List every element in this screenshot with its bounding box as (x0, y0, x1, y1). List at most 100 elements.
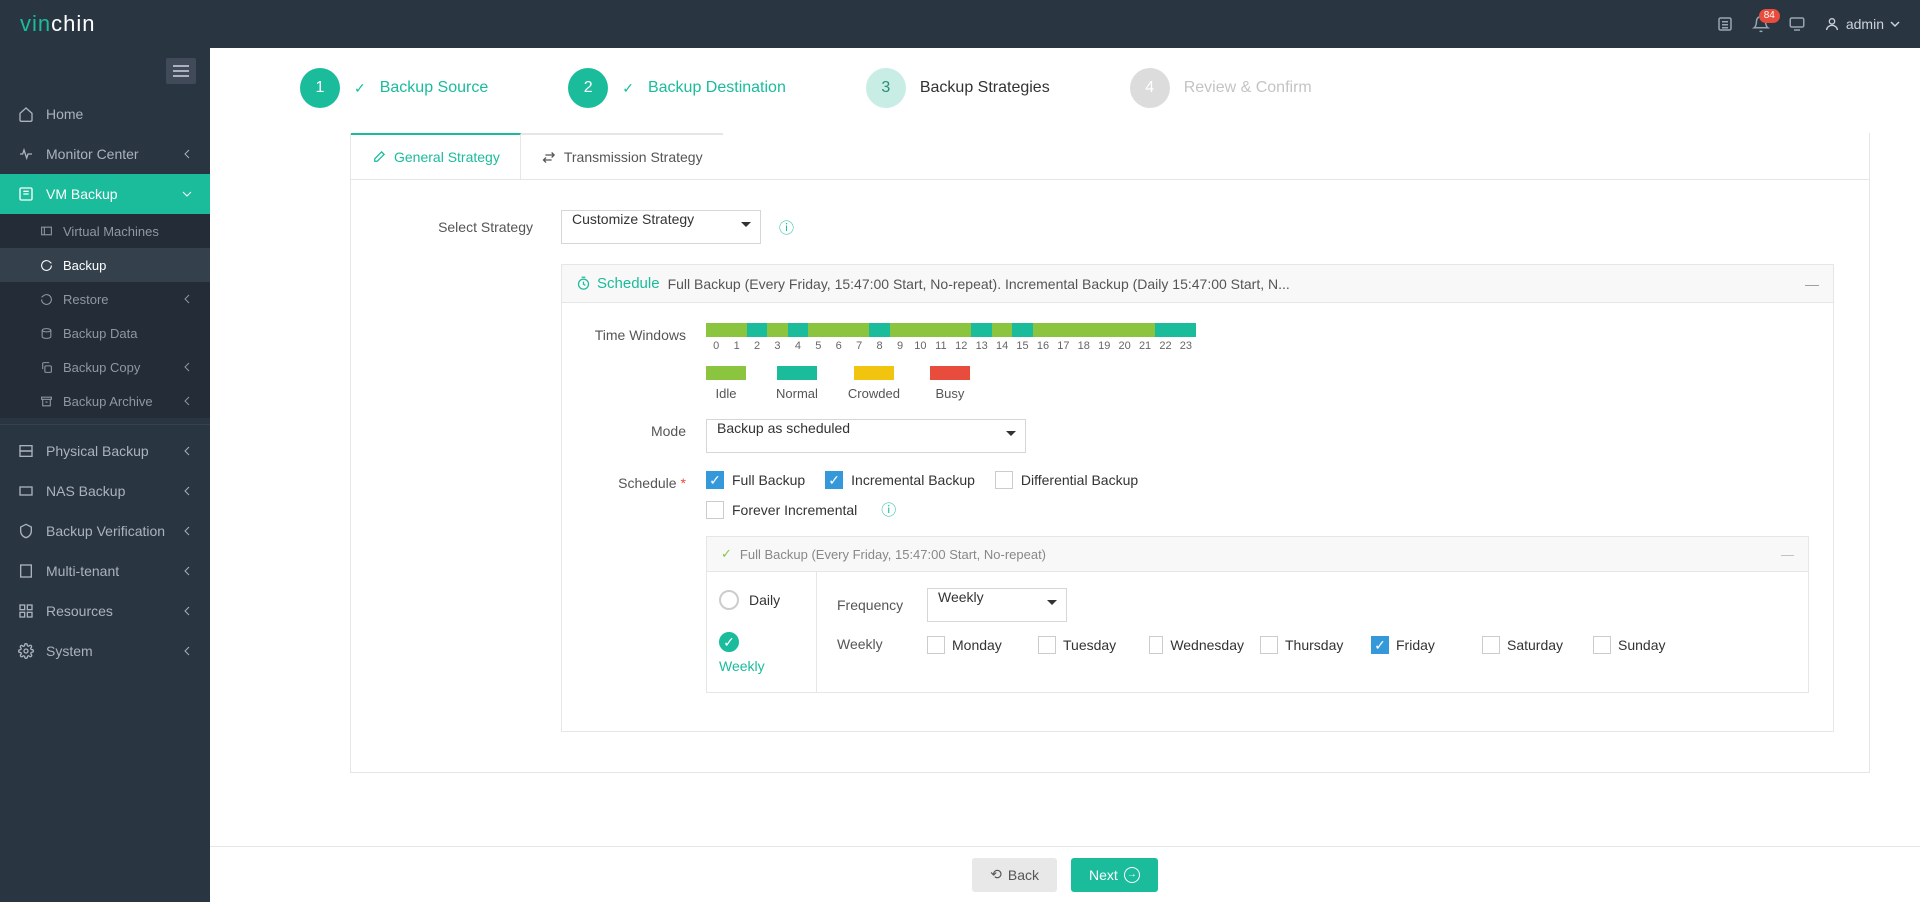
collapse-icon[interactable]: — (1781, 547, 1794, 562)
back-button[interactable]: ⟲Back (972, 858, 1057, 892)
radio-weekly[interactable]: ✓Weekly (719, 632, 804, 674)
nav-nas-backup[interactable]: NAS Backup (0, 471, 210, 511)
chevron-left-icon (182, 646, 192, 656)
mode-dropdown[interactable]: Backup as scheduled (706, 419, 1026, 453)
full-backup-subpanel-header[interactable]: ✓ Full Backup (Every Friday, 15:47:00 St… (707, 537, 1808, 572)
step-3[interactable]: 3 Backup Strategies (866, 68, 1050, 108)
collapse-icon[interactable]: — (1805, 276, 1819, 292)
schedule-panel-body: Time Windows 012345678910111213141516171… (562, 303, 1833, 731)
copy-icon (40, 361, 53, 374)
sub-label: Backup Copy (63, 360, 140, 375)
select-strategy-row: Select Strategy Customize Strategy ⓘ (386, 210, 1834, 244)
nav-vm-backup[interactable]: VM Backup (0, 174, 210, 214)
day-friday[interactable]: ✓Friday (1371, 636, 1466, 654)
tab-label: General Strategy (394, 149, 500, 165)
step-2[interactable]: 2✓Backup Destination (568, 68, 786, 108)
legend-swatch (706, 366, 746, 380)
notification-badge: 84 (1759, 9, 1780, 23)
sub-backup-copy[interactable]: Backup Copy (0, 350, 210, 384)
tab-general-strategy[interactable]: General Strategy (351, 133, 521, 179)
chevron-left-icon (182, 362, 192, 372)
nav-system[interactable]: System (0, 631, 210, 671)
day-monday[interactable]: Monday (927, 636, 1022, 654)
server-icon (18, 443, 34, 459)
nav-physical-backup[interactable]: Physical Backup (0, 431, 210, 471)
day-thursday[interactable]: Thursday (1260, 636, 1355, 654)
monitor-icon[interactable] (1788, 15, 1806, 33)
step-number: 3 (866, 68, 906, 108)
step-label: Backup Strategies (920, 79, 1050, 97)
chevron-down-icon (1890, 19, 1900, 29)
mode-value: Backup as scheduled (706, 419, 1026, 453)
next-button[interactable]: Next→ (1071, 858, 1158, 892)
radio-daily[interactable]: Daily (719, 590, 804, 610)
nav-label: NAS Backup (46, 483, 125, 499)
check-differential-backup[interactable]: Differential Backup (995, 471, 1138, 489)
user-menu[interactable]: admin (1824, 16, 1900, 32)
nav-home[interactable]: Home (0, 94, 210, 134)
check-incremental-backup[interactable]: ✓ Incremental Backup (825, 471, 975, 489)
content-scroll[interactable]: 1✓Backup Source 2✓Backup Destination 3 Ba… (210, 48, 1920, 846)
nav-backup-verification[interactable]: Backup Verification (0, 511, 210, 551)
sub-backup-archive[interactable]: Backup Archive (0, 384, 210, 418)
day-tuesday[interactable]: Tuesday (1038, 636, 1133, 654)
schedule-panel-header[interactable]: Schedule Full Backup (Every Friday, 15:4… (562, 265, 1833, 303)
check-label: Incremental Backup (851, 472, 975, 488)
frequency-radio-column: Daily ✓Weekly (707, 572, 817, 692)
step-number: 4 (1130, 68, 1170, 108)
strategy-tabs-container: General Strategy Transmission Strategy S… (350, 133, 1870, 773)
info-icon[interactable]: ⓘ (881, 499, 896, 520)
day-label: Friday (1396, 637, 1435, 653)
hamburger-icon[interactable] (166, 58, 196, 84)
tab-transmission-strategy[interactable]: Transmission Strategy (521, 133, 723, 179)
tab-body: Select Strategy Customize Strategy ⓘ Sch… (351, 180, 1869, 772)
day-saturday[interactable]: Saturday (1482, 636, 1577, 654)
schedule-desc: Full Backup (Every Friday, 15:47:00 Star… (668, 276, 1797, 292)
bell-icon[interactable]: 84 (1752, 15, 1770, 33)
divider (0, 424, 210, 425)
arrow-left-icon: ⟲ (990, 866, 1002, 883)
nav-monitor-center[interactable]: Monitor Center (0, 134, 210, 174)
check-full-backup[interactable]: ✓Full Backup (706, 471, 805, 489)
info-icon[interactable]: ⓘ (779, 217, 794, 238)
vm-icon (18, 186, 34, 202)
wizard-footer: ⟲Back Next→ (210, 846, 1920, 902)
arrow-right-icon: → (1124, 867, 1140, 883)
step-1[interactable]: 1✓Backup Source (300, 68, 488, 108)
sub-restore[interactable]: Restore (0, 282, 210, 316)
archive-icon (40, 395, 53, 408)
checkbox-icon: ✓ (825, 471, 843, 489)
day-sunday[interactable]: Sunday (1593, 636, 1688, 654)
frequency-label: Frequency (837, 597, 927, 613)
sub-backup-data[interactable]: Backup Data (0, 316, 210, 350)
mode-row: Mode Backup as scheduled (586, 419, 1809, 453)
sidebar-toggle-row (0, 48, 210, 94)
clock-icon (576, 276, 591, 291)
nav-vm-submenu: Virtual Machines Backup Restore Backup D… (0, 214, 210, 418)
time-windows-row: Time Windows 012345678910111213141516171… (586, 323, 1809, 401)
schedule-label-text: Schedule (618, 475, 676, 491)
tab-label: Transmission Strategy (564, 149, 703, 165)
nav-resources[interactable]: Resources (0, 591, 210, 631)
time-windows-label: Time Windows (586, 323, 706, 401)
nav-label: Physical Backup (46, 443, 149, 459)
checkbox-icon (1038, 636, 1056, 654)
day-wednesday[interactable]: Wednesday (1149, 636, 1244, 654)
schedule-checkboxes: ✓Full Backup ✓ Incremental Backup Differe… (706, 471, 1809, 489)
chevron-left-icon (182, 294, 192, 304)
step-label: Backup Source (380, 79, 489, 97)
chevron-down-icon (182, 189, 192, 199)
frequency-dropdown[interactable]: Weekly (927, 588, 1067, 622)
select-strategy-dropdown[interactable]: Customize Strategy (561, 210, 761, 244)
chevron-left-icon (182, 606, 192, 616)
legend-swatch (777, 366, 817, 380)
nav-label: System (46, 643, 93, 659)
list-icon[interactable] (1716, 15, 1734, 33)
check-forever-incremental[interactable]: Forever Incremental (706, 501, 857, 519)
sub-label: Backup (63, 258, 106, 273)
sub-virtual-machines[interactable]: Virtual Machines (0, 214, 210, 248)
nav-multi-tenant[interactable]: Multi-tenant (0, 551, 210, 591)
step-4[interactable]: 4Review & Confirm (1130, 68, 1312, 108)
day-label: Sunday (1618, 637, 1665, 653)
sub-backup[interactable]: Backup (0, 248, 210, 282)
